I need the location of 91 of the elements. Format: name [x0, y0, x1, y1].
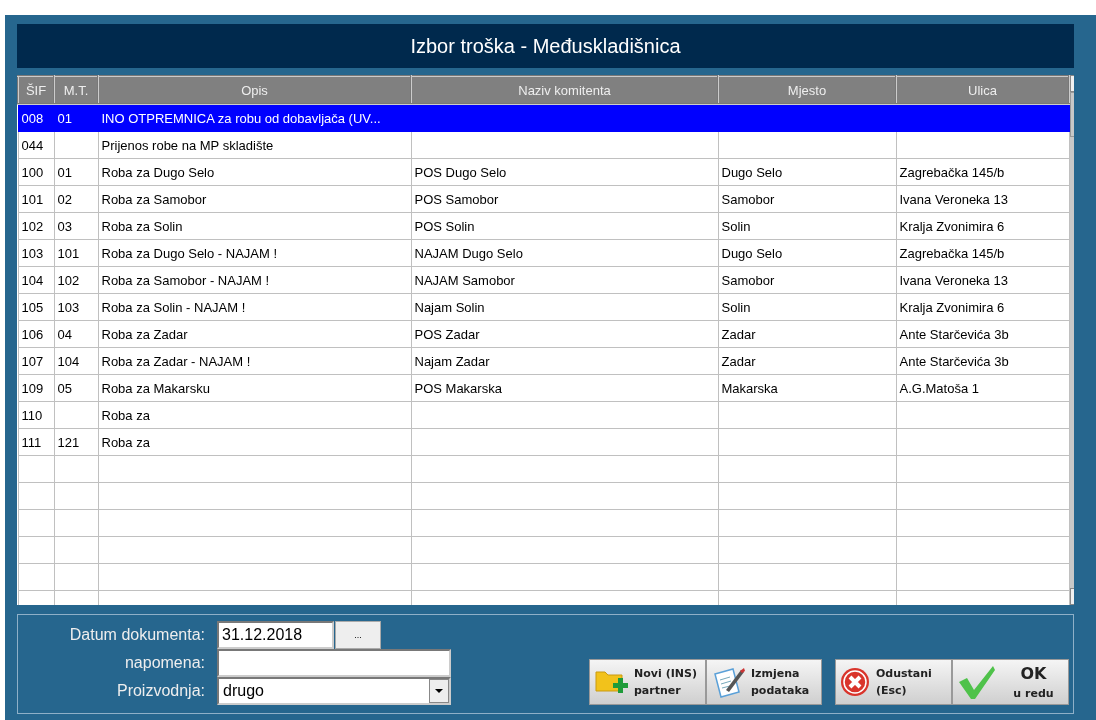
table-cell: 02 [57, 191, 72, 207]
table-cell: 01 [57, 110, 72, 126]
table-row[interactable]: 044 Prijenos robe na MP skladište [18, 131, 1069, 159]
table-cell: Najam Zadar [414, 353, 490, 369]
column-header[interactable]: M.T. [54, 76, 98, 104]
table-cell: Roba za Solin [101, 218, 183, 234]
table-cell: Dugo Selo [721, 164, 783, 180]
table-cell: POS Samobor [414, 191, 499, 207]
table-cell: Kralja Zvonimira 6 [899, 299, 1005, 315]
table-row[interactable]: 101 02 Roba za Samobor POS Samobor Samobor Ivana Veroneka 13 [18, 185, 1069, 213]
table-row[interactable]: 107 104 Roba za Zadar - NAJAM ! Najam Zadar Zadar Ante Starčevića 3b [18, 347, 1069, 375]
table-cell: POS Solin [414, 218, 475, 234]
table-cell: Roba za [101, 407, 150, 423]
new-partner-button[interactable]: Novi (INS) partner [589, 659, 706, 705]
table-cell: 106 [21, 326, 44, 342]
table-cell: 109 [21, 380, 44, 396]
table-cell: 102 [57, 272, 80, 288]
cancel-button[interactable]: Odustani (Esc) [835, 659, 952, 705]
table-cell: POS Makarska [414, 380, 502, 396]
table-cell: NAJAM Samobor [414, 272, 515, 288]
table-cell: 03 [57, 218, 72, 234]
table-cell: Roba za Samobor [101, 191, 207, 207]
table-cell: 105 [21, 299, 44, 315]
table-row[interactable]: 102 03 Roba za Solin POS Solin Solin Kralja Zvonimira 6 [18, 212, 1069, 240]
table-cell: 121 [57, 434, 80, 450]
table-cell: Zagrebačka 145/b [899, 164, 1005, 180]
table-row[interactable]: 110 Roba za [18, 401, 1069, 429]
table-cell: Ivana Veroneka 13 [899, 272, 1008, 288]
table-cell: Zadar [721, 326, 756, 342]
column-header[interactable]: Opis [98, 76, 411, 104]
table-row[interactable]: 100 01 Roba za Dugo Selo POS Dugo Selo Dugo Selo Zagrebačka 145/b [18, 158, 1069, 186]
table-cell: 01 [57, 164, 72, 180]
table-cell: 102 [21, 218, 44, 234]
table-cell: Prijenos robe na MP skladište [101, 137, 274, 153]
table-cell: Samobor [721, 272, 775, 288]
table-cell: Roba za Zadar - NAJAM ! [101, 353, 251, 369]
table-row[interactable]: 104 102 Roba za Samobor - NAJAM ! NAJAM Samobor Samobor Ivana Veroneka 13 [18, 266, 1069, 294]
date-picker-button[interactable]: ... [335, 621, 381, 649]
table-cell: POS Zadar [414, 326, 480, 342]
table-cell: 101 [21, 191, 44, 207]
table-cell: Roba za [101, 434, 150, 450]
table-cell: 008 [21, 110, 44, 126]
table-cell: Ante Starčevića 3b [899, 353, 1009, 369]
table-cell: Roba za Samobor - NAJAM ! [101, 272, 270, 288]
table-cell: Roba za Zadar [101, 326, 188, 342]
table-cell: Ante Starčevića 3b [899, 326, 1009, 342]
table-cell: A.G.Matoša 1 [899, 380, 979, 396]
table-cell: Solin [721, 218, 751, 234]
table-cell: Roba za Makarsku [101, 380, 210, 396]
table-cell: Zadar [721, 353, 756, 369]
table-row[interactable]: 106 04 Roba za Zadar POS Zadar Zadar Ante Starčevića 3b [18, 320, 1069, 348]
table-cell: Najam Solin [414, 299, 485, 315]
ok-button[interactable]: OK u redu [952, 659, 1069, 705]
table-cell: Ivana Veroneka 13 [899, 191, 1008, 207]
table-row[interactable]: 103 101 Roba za Dugo Selo - NAJAM ! NAJAM Dugo Selo Dugo Selo Zagrebačka 145/b [18, 239, 1069, 267]
production-dropdown[interactable]: drugo [217, 677, 451, 705]
table-row[interactable]: 008 01 INO OTPREMNICA za robu od dobavljača (UV... [18, 104, 1069, 132]
table-cell: 104 [57, 353, 80, 369]
table-cell: Roba za Solin - NAJAM ! [101, 299, 246, 315]
column-header[interactable]: Mjesto [718, 76, 896, 104]
table-cell: Dugo Selo [721, 245, 783, 261]
table-cell: INO OTPREMNICA za robu od dobavljača (UV... [101, 110, 381, 126]
field-label: napomena: [123, 654, 205, 672]
table-cell: Roba za Dugo Selo - NAJAM ! [101, 245, 278, 261]
date-field[interactable]: 31.12.2018 [217, 621, 334, 649]
table-cell: 05 [57, 380, 72, 396]
table-cell: 110 [21, 407, 43, 423]
table-cell: Makarska [721, 380, 778, 396]
table-cell: Zagrebačka 145/b [899, 245, 1005, 261]
dialog-title: Izbor troška - Međuskladišnica [17, 24, 1074, 68]
table-cell: Solin [721, 299, 751, 315]
table-cell: 044 [21, 137, 44, 153]
field-label: Proizvodnja: [115, 682, 205, 700]
table-cell: 103 [21, 245, 44, 261]
table-cell: Kralja Zvonimira 6 [899, 218, 1005, 234]
table-cell: 04 [57, 326, 72, 342]
table-row[interactable]: 111 121 Roba za [18, 428, 1069, 456]
table-cell: 101 [57, 245, 80, 261]
edit-data-button[interactable]: Izmjena podataka [706, 659, 822, 705]
table-cell: 111 [21, 434, 42, 450]
table-cell: Roba za Dugo Selo [101, 164, 215, 180]
table-cell: NAJAM Dugo Selo [414, 245, 523, 261]
table-cell: Samobor [721, 191, 775, 207]
table-cell: 100 [21, 164, 44, 180]
table-cell: 107 [21, 353, 44, 369]
table-cell: 103 [57, 299, 80, 315]
table-cell: POS Dugo Selo [414, 164, 507, 180]
table-cell: 104 [21, 272, 44, 288]
table-row[interactable]: 109 05 Roba za Makarsku POS Makarska Makarska A.G.Matoša 1 [18, 374, 1069, 402]
field-label: Datum dokumenta: [68, 626, 205, 644]
table-row[interactable]: 105 103 Roba za Solin - NAJAM ! Najam Solin Solin Kralja Zvonimira 6 [18, 293, 1069, 321]
